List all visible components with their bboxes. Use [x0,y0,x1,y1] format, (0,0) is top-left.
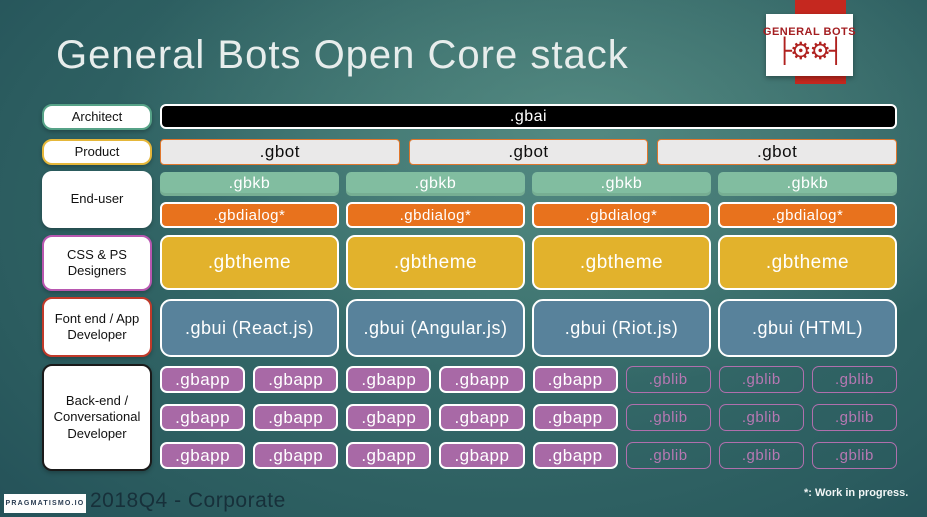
block-gbapp: .gbapp [160,366,246,393]
role-label-text: End-user [70,191,124,207]
block-gbapp: .gbapp [160,442,246,469]
block-gbkb: .gbkb [346,172,525,196]
block-gbapp: .gbapp [346,404,432,431]
row-gbai: .gbai [160,104,897,129]
role-label-architect: Architect [42,104,152,130]
gears-icon: ├⚙⚙┤ [777,37,844,65]
row-gbapp-1: .gbapp .gbapp .gbapp .gbapp .gbapp .gbli… [160,366,897,393]
slide: { "title": "General Bots Open Core stack… [0,0,927,517]
block-gbot: .gbot [160,139,400,165]
block-gbapp: .gbapp [532,366,618,393]
block-gbkb: .gbkb [532,172,711,196]
block-gbapp: .gbapp [439,366,525,393]
row-gbapp-3: .gbapp .gbapp .gbapp .gbapp .gbapp .gbli… [160,442,897,469]
block-gbkb: .gbkb [718,172,897,196]
row-gbdialog: .gbdialog* .gbdialog* .gbdialog* .gbdial… [160,202,897,228]
block-gbapp: .gbapp [160,404,246,431]
block-gbdialog: .gbdialog* [718,202,897,228]
page-title: General Bots Open Core stack [56,33,629,77]
row-gbtheme: .gbtheme .gbtheme .gbtheme .gbtheme [160,235,897,290]
block-gblib: .gblib [625,404,711,431]
block-gbai: .gbai [160,104,897,129]
block-gbui-angular: .gbui (Angular.js) [346,299,525,357]
logo: GENERAL BOTS ├⚙⚙┤ [763,14,856,76]
role-label-text: Architect [71,108,123,124]
block-gbtheme: .gbtheme [346,235,525,290]
footer-caption: 2018Q4 - Corporate [90,489,286,512]
block-gbapp: .gbapp [346,366,432,393]
block-gblib: .gblib [811,366,897,393]
row-gbot: .gbot .gbot .gbot [160,139,897,165]
row-gbui: .gbui (React.js) .gbui (Angular.js) .gbu… [160,299,897,357]
block-gbdialog: .gbdialog* [532,202,711,228]
block-gblib: .gblib [718,366,804,393]
block-gbapp: .gbapp [532,442,618,469]
block-gbtheme: .gbtheme [160,235,339,290]
role-label-backend-conversational-developer: Back-end / Conversational Developer [42,364,152,471]
block-gblib: .gblib [811,442,897,469]
block-gbapp: .gbapp [253,404,339,431]
block-gbapp: .gbapp [532,404,618,431]
block-gblib: .gblib [625,366,711,393]
role-label-css-ps-designers: CSS & PS Designers [42,235,152,291]
block-gbdialog: .gbdialog* [346,202,525,228]
block-gblib: .gblib [811,404,897,431]
block-gbui-react: .gbui (React.js) [160,299,339,357]
block-gbapp: .gbapp [439,442,525,469]
block-gblib: .gblib [718,404,804,431]
work-in-progress-note: *: Work in progress. [804,487,909,499]
block-gbot: .gbot [408,139,649,165]
block-gbot: .gbot [657,139,897,165]
role-label-text: Font end / App Developer [54,310,140,342]
block-gbtheme: .gbtheme [718,235,897,290]
role-label-text: Back-end / Conversational Developer [53,393,141,441]
role-label-end-user: End-user [42,171,152,228]
row-gbapp-2: .gbapp .gbapp .gbapp .gbapp .gbapp .gbli… [160,404,897,431]
role-label-text: Product [74,143,120,159]
block-gbkb: .gbkb [160,172,339,196]
block-gbapp: .gbapp [346,442,432,469]
block-gbtheme: .gbtheme [532,235,711,290]
block-gbui-html: .gbui (HTML) [718,299,897,357]
block-gblib: .gblib [718,442,804,469]
block-gbapp: .gbapp [253,442,339,469]
block-gbapp: .gbapp [253,366,339,393]
role-label-product: Product [42,139,152,165]
role-label-frontend-app-developer: Font end / App Developer [42,297,152,357]
block-gbdialog: .gbdialog* [160,202,339,228]
block-gbapp: .gbapp [439,404,525,431]
row-gbkb: .gbkb .gbkb .gbkb .gbkb [160,172,897,196]
block-gbui-riot: .gbui (Riot.js) [532,299,711,357]
role-label-text: CSS & PS Designers [67,246,127,278]
pragmatismo-watermark: PRAGMATISMO.IO [4,494,86,513]
block-gblib: .gblib [625,442,711,469]
